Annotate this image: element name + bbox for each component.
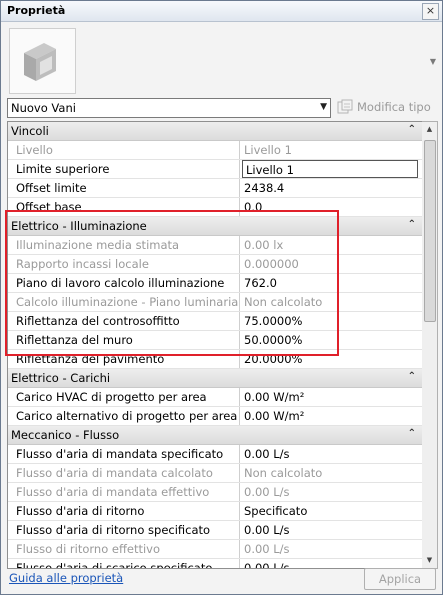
property-name: Calcolo illuminazione - Piano luminaria: [8, 293, 240, 311]
property-value[interactable]: 2438.4: [241, 179, 421, 197]
close-button[interactable]: ×: [422, 3, 439, 20]
type-selector[interactable]: Nuovo Vani ▼: [7, 98, 331, 118]
property-row[interactable]: Limite superiore Livello 1: [8, 160, 422, 179]
property-row[interactable]: Livello Livello 1: [8, 141, 422, 160]
properties-grid: Vincoli ⌃ Livello Livello 1 Limite superiore…: [7, 121, 423, 569]
category-label: Elettrico - Carichi: [11, 371, 111, 385]
help-link[interactable]: Guida alle proprietà: [9, 571, 123, 585]
property-row[interactable]: Offset limite 2438.4: [8, 179, 422, 198]
property-value-input[interactable]: Livello 1: [242, 160, 418, 178]
property-value: 0.00 L/s: [244, 485, 290, 499]
scroll-up-icon[interactable]: ▲: [422, 122, 437, 137]
property-row[interactable]: Calcolo illuminazione - Piano luminaria N…: [8, 293, 422, 312]
scroll-down-icon[interactable]: ▼: [422, 553, 437, 568]
collapse-icon[interactable]: ⌃: [408, 428, 416, 439]
category-label: Meccanico - Flusso: [11, 428, 120, 442]
property-value: 0.00 lx: [244, 238, 284, 252]
property-row[interactable]: Carico HVAC di progetto per area 0.00 W/m…: [8, 388, 422, 407]
category-header[interactable]: Vincoli ⌃: [8, 122, 422, 141]
property-row[interactable]: Piano di lavoro calcolo illuminazione 762…: [8, 274, 422, 293]
edit-type-label: Modifica tipo: [357, 100, 431, 114]
category-label: Elettrico - Illuminazione: [11, 219, 147, 233]
property-value[interactable]: 0.00 W/m²: [241, 388, 421, 406]
property-name: Flusso d'aria di scarico specificato: [8, 559, 240, 568]
property-name: Flusso d'aria di mandata effettivo: [8, 483, 240, 501]
palette-title: Proprietà: [7, 4, 66, 17]
collapse-icon[interactable]: ⌃: [408, 124, 416, 135]
property-name: Flusso d'aria di ritorno specificato: [8, 521, 240, 539]
property-name: Flusso d'aria di ritorno: [8, 502, 240, 520]
property-row[interactable]: Flusso di ritorno effettivo 0.00 L/s: [8, 540, 422, 559]
property-value[interactable]: 0.00 L/s: [241, 445, 421, 463]
property-name: Rapporto incassi locale: [8, 255, 240, 273]
property-name: Piano di lavoro calcolo illuminazione: [8, 274, 240, 292]
property-row[interactable]: Riflettanza del muro 50.0000%: [8, 331, 422, 350]
property-value[interactable]: 50.0000%: [241, 331, 421, 349]
vertical-scrollbar[interactable]: ▲ ▼: [422, 121, 438, 569]
property-row[interactable]: Flusso d'aria di mandata specificato 0.00…: [8, 445, 422, 464]
property-row[interactable]: Flusso d'aria di ritorno specificato 0.00…: [8, 521, 422, 540]
category-header[interactable]: Meccanico - Flusso ⌃: [8, 426, 422, 445]
preview-dropdown-icon[interactable]: ▼: [430, 57, 436, 66]
property-row[interactable]: Flusso d'aria di ritorno Specificato: [8, 502, 422, 521]
property-name: Riflettanza del pavimento: [8, 350, 240, 368]
property-row[interactable]: Riflettanza del controsoffitto 75.0000%: [8, 312, 422, 331]
property-row[interactable]: Flusso d'aria di mandata calcolato Non ca…: [8, 464, 422, 483]
collapse-icon[interactable]: ⌃: [408, 219, 416, 230]
category-header[interactable]: Elettrico - Illuminazione ⌃: [8, 217, 422, 236]
property-row[interactable]: Illuminazione media stimata 0.00 lx: [8, 236, 422, 255]
property-value[interactable]: Specificato: [241, 502, 421, 520]
property-name: Riflettanza del muro: [8, 331, 240, 349]
scroll-thumb[interactable]: [424, 140, 436, 322]
property-name: Flusso d'aria di mandata calcolato: [8, 464, 240, 482]
edit-type-icon: [337, 99, 353, 114]
title-bar: Proprietà ×: [1, 1, 442, 22]
property-name: Riflettanza del controsoffitto: [8, 312, 240, 330]
category-header[interactable]: Elettrico - Carichi ⌃: [8, 369, 422, 388]
edit-type-button[interactable]: Modifica tipo: [337, 99, 437, 115]
property-row[interactable]: Flusso d'aria di scarico specificato 0.00…: [8, 559, 422, 568]
property-name: Offset limite: [8, 179, 240, 197]
property-value[interactable]: 75.0000%: [241, 312, 421, 330]
property-value: Non calcolato: [244, 466, 323, 480]
property-value[interactable]: 762.0: [241, 274, 421, 292]
type-selector-value: Nuovo Vani: [11, 101, 76, 115]
properties-palette: Proprietà × ▼ Nuovo Vani ▼ Modifica tipo…: [0, 0, 443, 595]
property-name: Carico HVAC di progetto per area: [8, 388, 240, 406]
property-name: Limite superiore: [8, 160, 240, 178]
property-row[interactable]: Flusso d'aria di mandata effettivo 0.00 L…: [8, 483, 422, 502]
property-row[interactable]: Offset base 0.0: [8, 198, 422, 217]
room-family-icon: [24, 43, 56, 81]
collapse-icon[interactable]: ⌃: [408, 371, 416, 382]
property-value: 0.000000: [244, 257, 299, 271]
type-preview-image: [9, 28, 76, 94]
property-name: Offset base: [8, 198, 240, 216]
chevron-down-icon: ▼: [320, 102, 327, 112]
property-name: Carico alternativo di progetto per area: [8, 407, 240, 425]
property-value: Non calcolato: [244, 295, 323, 309]
property-name: Flusso di ritorno effettivo: [8, 540, 240, 558]
apply-button[interactable]: Applica: [364, 568, 436, 590]
property-name: Livello: [8, 141, 240, 159]
property-name: Flusso d'aria di mandata specificato: [8, 445, 240, 463]
property-name: Illuminazione media stimata: [8, 236, 240, 254]
property-row[interactable]: Riflettanza del pavimento 20.0000%: [8, 350, 422, 369]
property-value[interactable]: 20.0000%: [241, 350, 421, 368]
property-value[interactable]: 0.00 L/s: [241, 521, 421, 539]
property-value[interactable]: 0.00 W/m²: [241, 407, 421, 425]
property-value[interactable]: 0.0: [241, 198, 421, 216]
property-value: 0.00 L/s: [244, 542, 290, 556]
property-row[interactable]: Carico alternativo di progetto per area 0…: [8, 407, 422, 426]
property-row[interactable]: Rapporto incassi locale 0.000000: [8, 255, 422, 274]
category-label: Vincoli: [11, 124, 49, 138]
property-value: Livello 1: [244, 143, 292, 157]
